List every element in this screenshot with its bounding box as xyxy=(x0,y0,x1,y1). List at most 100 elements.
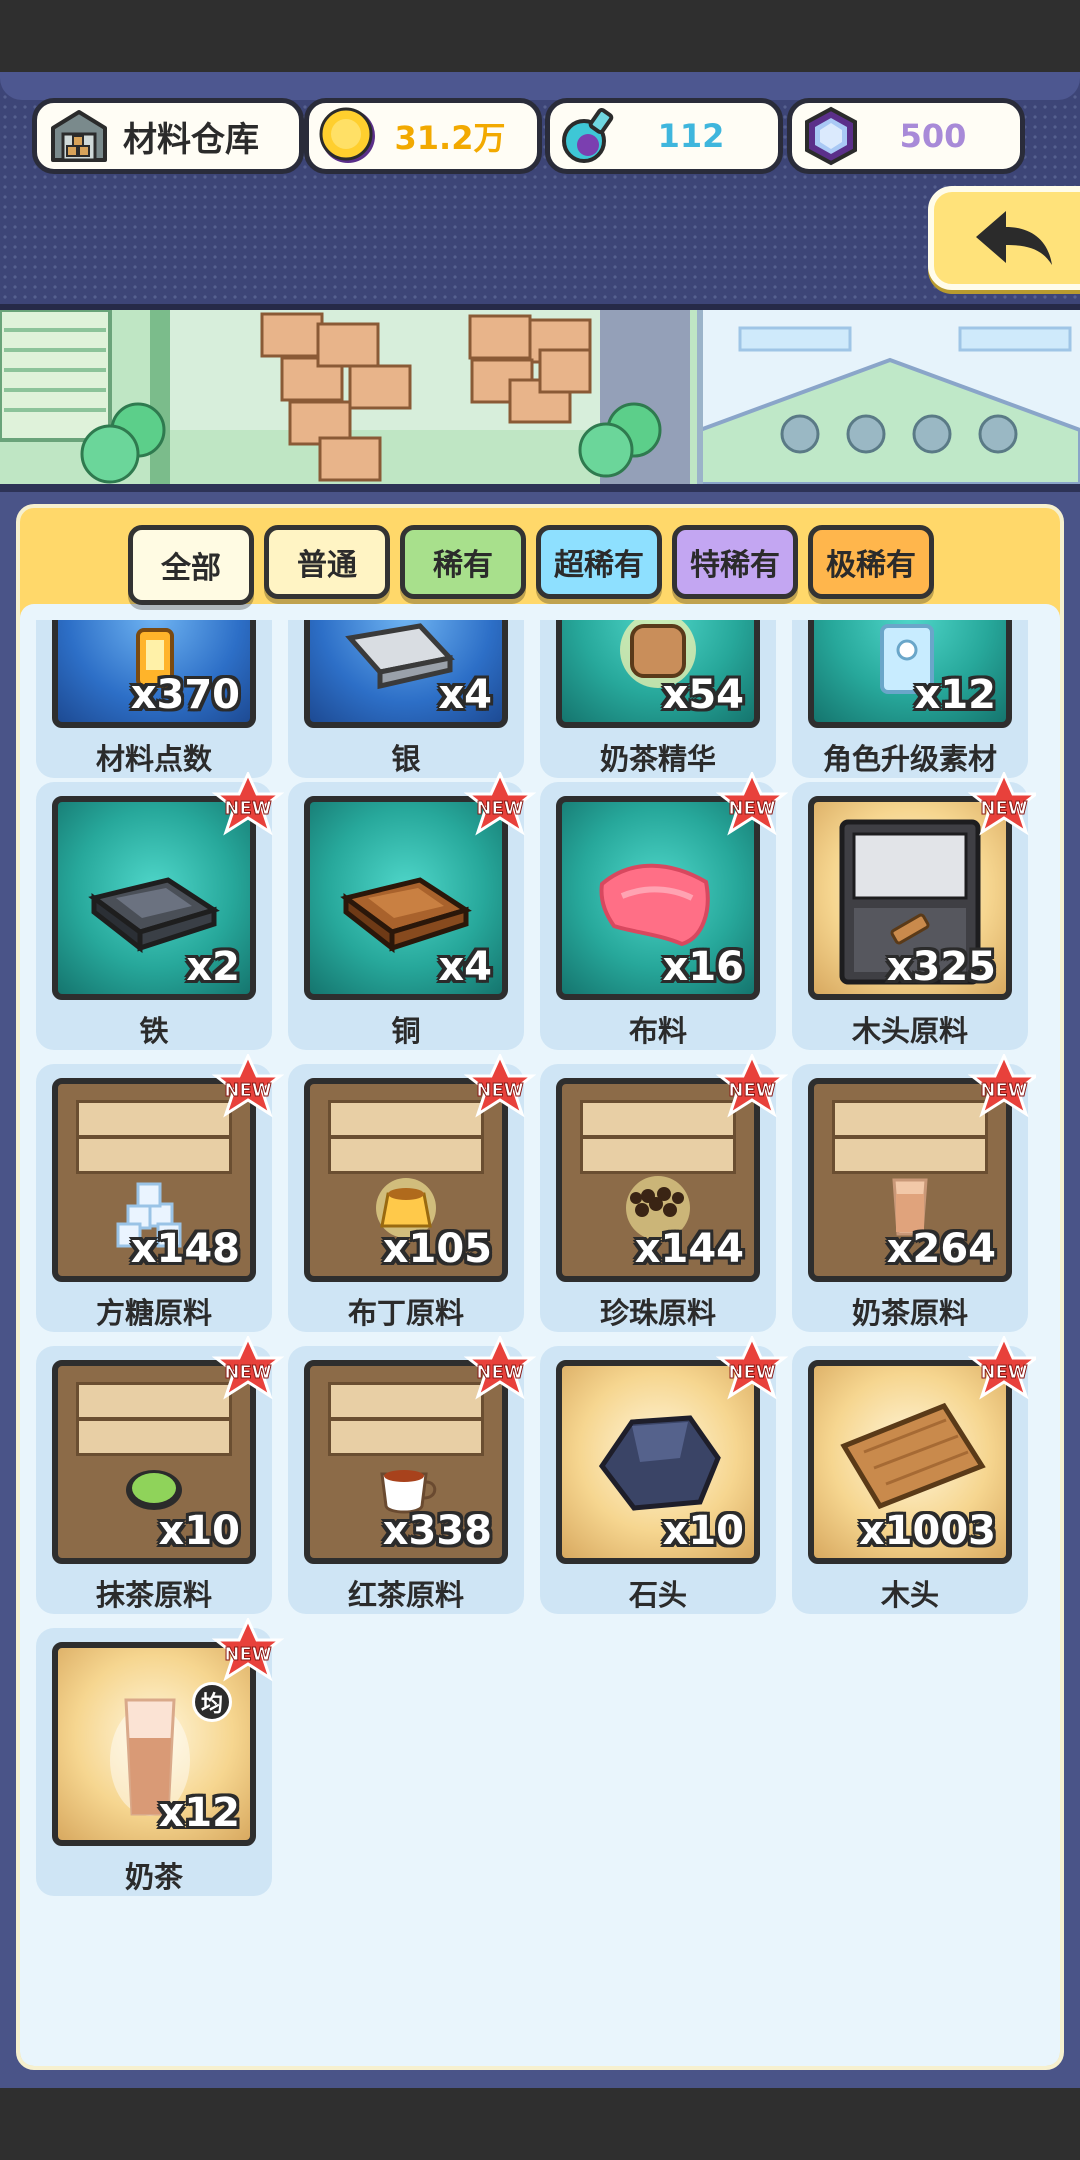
new-badge-text: NEW xyxy=(476,1362,523,1383)
item-card[interactable]: x16 布料 NEW xyxy=(540,772,788,1050)
item-tile: x54 xyxy=(556,620,760,728)
item-name: 珍珠原料 xyxy=(599,1296,716,1330)
item-name: 布丁原料 xyxy=(347,1296,464,1330)
new-badge: NEW xyxy=(716,772,788,836)
item-qty: x325 xyxy=(886,944,996,990)
potion-counter[interactable]: 112 xyxy=(545,98,783,174)
new-badge: NEW xyxy=(716,1336,788,1400)
new-badge: NEW xyxy=(212,772,284,836)
new-badge-text: NEW xyxy=(224,1362,271,1383)
new-badge-text: NEW xyxy=(728,798,775,819)
new-badge: NEW xyxy=(968,1336,1036,1400)
item-qty: x10 xyxy=(158,1508,240,1554)
item-name: 木头原料 xyxy=(851,1014,968,1048)
item-grid: x370 材料点数 x4 银 x54 奶茶精华 x12 角色升级素材 x2 铁 … xyxy=(36,620,1036,2060)
warehouse-label: 材料仓库 xyxy=(123,119,259,160)
item-card[interactable]: x10 抹茶原料 NEW xyxy=(36,1336,284,1614)
new-badge-text: NEW xyxy=(980,1362,1027,1383)
warehouse-icon xyxy=(51,110,107,162)
item-card[interactable]: x54 奶茶精华 xyxy=(540,620,776,778)
item-card[interactable]: x12 角色升级素材 xyxy=(792,620,1028,778)
item-name: 石头 xyxy=(628,1578,687,1612)
item-card[interactable]: x264 奶茶原料 NEW xyxy=(792,1054,1036,1332)
tab-super-rare[interactable]: 超稀有 xyxy=(536,525,662,599)
gem-counter[interactable]: 500 xyxy=(787,98,1025,174)
item-card[interactable]: x2 铁 NEW xyxy=(36,772,284,1050)
item-name: 方糖原料 xyxy=(95,1296,212,1330)
item-card[interactable]: x4 铜 NEW xyxy=(288,772,536,1050)
item-name: 抹茶原料 xyxy=(95,1578,212,1612)
item-card[interactable]: x105 布丁原料 NEW xyxy=(288,1054,536,1332)
item-card[interactable]: x12 奶茶 均 NEW xyxy=(36,1618,284,1896)
item-name: 奶茶 xyxy=(124,1860,183,1894)
item-card[interactable]: x4 银 xyxy=(288,620,524,778)
item-qty: x4 xyxy=(438,672,492,718)
item-qty: x144 xyxy=(634,1226,744,1272)
item-name: 木头 xyxy=(880,1578,939,1612)
new-badge: NEW xyxy=(464,772,536,836)
rarity-tabs: 全部 普通 稀有 超稀有 特稀有 极稀有 xyxy=(128,525,934,605)
item-name: 布料 xyxy=(628,1014,687,1048)
item-name: 铁 xyxy=(139,1014,169,1048)
new-badge-text: NEW xyxy=(224,1644,271,1665)
item-name: 奶茶原料 xyxy=(851,1296,968,1330)
item-card[interactable]: x144 珍珠原料 NEW xyxy=(540,1054,788,1332)
new-badge-text: NEW xyxy=(980,1080,1027,1101)
new-badge: NEW xyxy=(968,772,1036,836)
item-qty: x148 xyxy=(130,1226,240,1272)
item-tile: x12 xyxy=(808,620,1012,728)
potion-flask-icon xyxy=(562,107,614,163)
new-badge-text: NEW xyxy=(476,1080,523,1101)
item-qty: x10 xyxy=(662,1508,744,1554)
item-tile: x370 xyxy=(52,620,256,728)
item-qty: x4 xyxy=(438,944,492,990)
new-badge-text: NEW xyxy=(980,798,1027,819)
new-badge-text: NEW xyxy=(728,1080,775,1101)
new-badge-text: NEW xyxy=(476,798,523,819)
item-qty: x370 xyxy=(130,672,240,718)
new-badge: NEW xyxy=(212,1618,284,1682)
status-bar-area xyxy=(0,0,1080,72)
tab-all[interactable]: 全部 xyxy=(128,525,254,605)
item-qty: x16 xyxy=(662,944,744,990)
new-badge: NEW xyxy=(464,1054,536,1118)
item-card[interactable]: x1003 木头 NEW xyxy=(792,1336,1036,1614)
item-qty: x2 xyxy=(186,944,240,990)
item-name: 红茶原料 xyxy=(347,1578,464,1612)
new-badge-text: NEW xyxy=(224,1080,271,1101)
gem-value: 500 xyxy=(899,117,967,155)
new-badge: NEW xyxy=(464,1336,536,1400)
back-button[interactable] xyxy=(928,186,1080,290)
item-qty: x338 xyxy=(382,1508,492,1554)
new-badge: NEW xyxy=(212,1054,284,1118)
item-card[interactable]: x338 红茶原料 NEW xyxy=(288,1336,536,1614)
tab-rare[interactable]: 稀有 xyxy=(400,525,526,599)
item-card[interactable]: x370 材料点数 xyxy=(36,620,272,778)
coin-icon xyxy=(319,107,375,163)
item-tile: x4 xyxy=(304,620,508,728)
item-qty: x12 xyxy=(158,1790,240,1836)
coin-counter[interactable]: 31.2万 xyxy=(304,98,542,174)
potion-value: 112 xyxy=(657,117,725,155)
new-badge: NEW xyxy=(716,1054,788,1118)
tab-common[interactable]: 普通 xyxy=(264,525,390,599)
item-qty: x12 xyxy=(914,672,996,718)
item-card[interactable]: x10 石头 NEW xyxy=(540,1336,788,1614)
new-badge: NEW xyxy=(212,1336,284,1400)
item-qty: x1003 xyxy=(858,1508,996,1554)
item-name: 铜 xyxy=(391,1014,421,1048)
hexagon-gem-icon xyxy=(805,106,857,166)
item-qty: x105 xyxy=(382,1226,492,1272)
warehouse-title-pill: 材料仓库 xyxy=(32,98,304,174)
item-qty: x264 xyxy=(886,1226,996,1272)
tab-special-rare[interactable]: 特稀有 xyxy=(672,525,798,599)
tab-ultra-rare[interactable]: 极稀有 xyxy=(808,525,934,599)
new-badge-text: NEW xyxy=(224,798,271,819)
coin-value: 31.2万 xyxy=(394,119,506,157)
warehouse-scene xyxy=(0,310,1080,492)
item-card[interactable]: x148 方糖原料 NEW xyxy=(36,1054,284,1332)
navigation-bar-area xyxy=(0,2088,1080,2160)
item-card[interactable]: x325 木头原料 NEW xyxy=(792,772,1036,1050)
item-qty: x54 xyxy=(662,672,744,718)
new-badge: NEW xyxy=(968,1054,1036,1118)
